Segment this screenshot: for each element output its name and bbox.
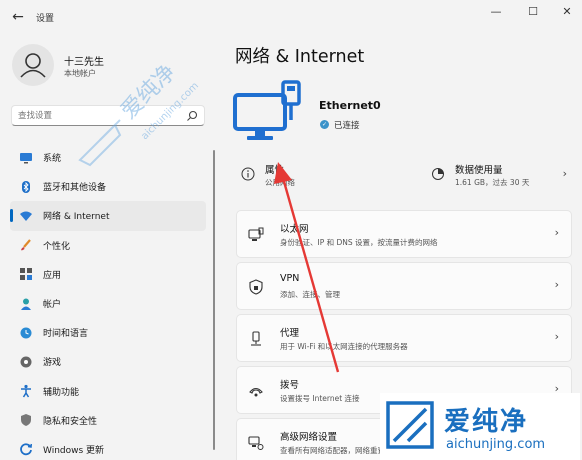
monitor-icon <box>19 151 33 165</box>
user-profile[interactable]: 十三先生 本地帐户 <box>10 44 210 88</box>
search-box[interactable] <box>11 105 205 126</box>
ethernet-adapter-icon <box>233 80 301 140</box>
apps-icon <box>19 267 33 281</box>
shield-icon <box>19 413 33 427</box>
card-subtitle: 查看所有网络适配器，网络重置 <box>280 446 385 455</box>
sidebar-item-label: 网络 & Internet <box>43 212 110 223</box>
chevron-right-icon: › <box>554 330 559 343</box>
chevron-right-icon: › <box>554 278 559 291</box>
vpn-shield-icon <box>249 279 263 295</box>
person-icon <box>19 297 33 311</box>
brush-icon <box>19 238 33 252</box>
chevron-right-icon: › <box>562 167 567 180</box>
sidebar-item-system[interactable]: 系统 <box>10 143 206 172</box>
update-icon <box>19 442 33 456</box>
minimize-button[interactable]: — <box>481 3 511 21</box>
person-icon <box>20 53 46 78</box>
globe-clock-icon <box>19 326 33 340</box>
gamepad-icon <box>19 355 33 369</box>
sidebar-item-label: 帐户 <box>43 300 62 311</box>
info-icon <box>241 167 255 181</box>
close-button[interactable]: ✕ <box>552 3 582 21</box>
sidebar-item-label: 系统 <box>43 154 62 165</box>
sidebar-item-label: 游戏 <box>43 358 62 369</box>
properties-subtitle: 公用网络 <box>265 178 295 187</box>
data-usage-link[interactable]: 数据使用量 1.61 GB，过去 30 天 › <box>425 154 573 196</box>
ethernet-port-icon <box>248 227 264 241</box>
sidebar-item-time-language[interactable]: 时间和语言 <box>10 318 206 347</box>
adapter-status: 已连接 <box>334 121 360 131</box>
title-bar: ← 设置 — ☐ ✕ <box>0 0 582 34</box>
dialup-phone-icon <box>249 387 263 397</box>
sidebar-item-personalization[interactable]: 个性化 <box>10 231 206 260</box>
chevron-right-icon: › <box>554 226 559 239</box>
accessibility-icon <box>19 384 33 398</box>
sidebar-scrollbar[interactable] <box>213 150 215 450</box>
logo-url-text: aichunjing.com <box>446 437 546 452</box>
card-title: VPN <box>280 273 300 284</box>
sidebar-item-label: 时间和语言 <box>43 329 89 340</box>
properties-title: 属性 <box>265 165 285 176</box>
card-subtitle: 用于 Wi-Fi 和以太网连接的代理服务器 <box>280 342 408 351</box>
sidebar-item-windows-update[interactable]: Windows 更新 <box>10 435 206 460</box>
card-subtitle: 设置拨号 Internet 连接 <box>280 394 360 403</box>
logo-brand-text: 爱纯净 <box>444 407 529 437</box>
maximize-button[interactable]: ☐ <box>518 3 548 21</box>
data-usage-title: 数据使用量 <box>455 165 503 176</box>
sidebar-item-label: 蓝牙和其他设备 <box>43 183 107 194</box>
sidebar-item-network[interactable]: 网络 & Internet <box>10 201 206 231</box>
summary-row: 属性 公用网络 数据使用量 1.61 GB，过去 30 天 › <box>235 154 573 196</box>
card-title: 代理 <box>280 328 300 339</box>
sidebar-item-privacy[interactable]: 隐私和安全性 <box>10 406 206 435</box>
sidebar-item-label: Windows 更新 <box>43 445 105 456</box>
pie-chart-icon <box>432 168 444 180</box>
sidebar-item-accessibility[interactable]: 辅助功能 <box>10 377 206 406</box>
card-ethernet[interactable]: 以太网 身份验证、IP 和 DNS 设置，按流量计费的网络 › <box>236 210 572 258</box>
sidebar-nav: 系统 蓝牙和其他设备 网络 & Internet 个性化 应用 帐户 时间和语言… <box>10 143 206 460</box>
back-button[interactable]: ← <box>8 8 28 26</box>
card-title: 拨号 <box>280 380 300 391</box>
proxy-server-icon <box>251 331 261 346</box>
card-title: 以太网 <box>280 224 309 235</box>
page-title: 网络 & Internet <box>235 47 365 67</box>
bluetooth-icon <box>19 180 33 194</box>
card-subtitle: 添加、连接、管理 <box>280 290 340 299</box>
connected-check-icon: ✓ <box>320 120 329 129</box>
sidebar-item-gaming[interactable]: 游戏 <box>10 347 206 376</box>
sidebar-item-label: 辅助功能 <box>43 387 80 398</box>
sidebar-item-label: 隐私和安全性 <box>43 416 98 427</box>
avatar <box>12 44 54 86</box>
sidebar-item-label: 个性化 <box>43 241 71 252</box>
adapter-name: Ethernet0 <box>319 99 381 112</box>
sidebar-item-bluetooth[interactable]: 蓝牙和其他设备 <box>10 172 206 201</box>
account-type: 本地帐户 <box>64 69 96 78</box>
card-subtitle: 身份验证、IP 和 DNS 设置，按流量计费的网络 <box>280 238 438 247</box>
sidebar-item-apps[interactable]: 应用 <box>10 260 206 289</box>
search-input[interactable] <box>18 109 178 123</box>
card-vpn[interactable]: VPN 添加、连接、管理 › <box>236 262 572 310</box>
properties-link[interactable]: 属性 公用网络 <box>235 154 415 196</box>
data-usage-subtitle: 1.61 GB，过去 30 天 <box>455 178 530 187</box>
advanced-network-icon <box>248 436 264 450</box>
card-proxy[interactable]: 代理 用于 Wi-Fi 和以太网连接的代理服务器 › <box>236 314 572 362</box>
sidebar-item-accounts[interactable]: 帐户 <box>10 289 206 318</box>
card-title: 高级网络设置 <box>280 432 338 443</box>
search-icon[interactable] <box>186 110 198 122</box>
wifi-icon <box>19 209 33 223</box>
watermark-logo: 爱纯净 aichunjing.com <box>380 393 580 460</box>
sidebar-item-label: 应用 <box>43 270 62 281</box>
user-name: 十三先生 <box>64 57 104 68</box>
app-title: 设置 <box>36 14 55 24</box>
